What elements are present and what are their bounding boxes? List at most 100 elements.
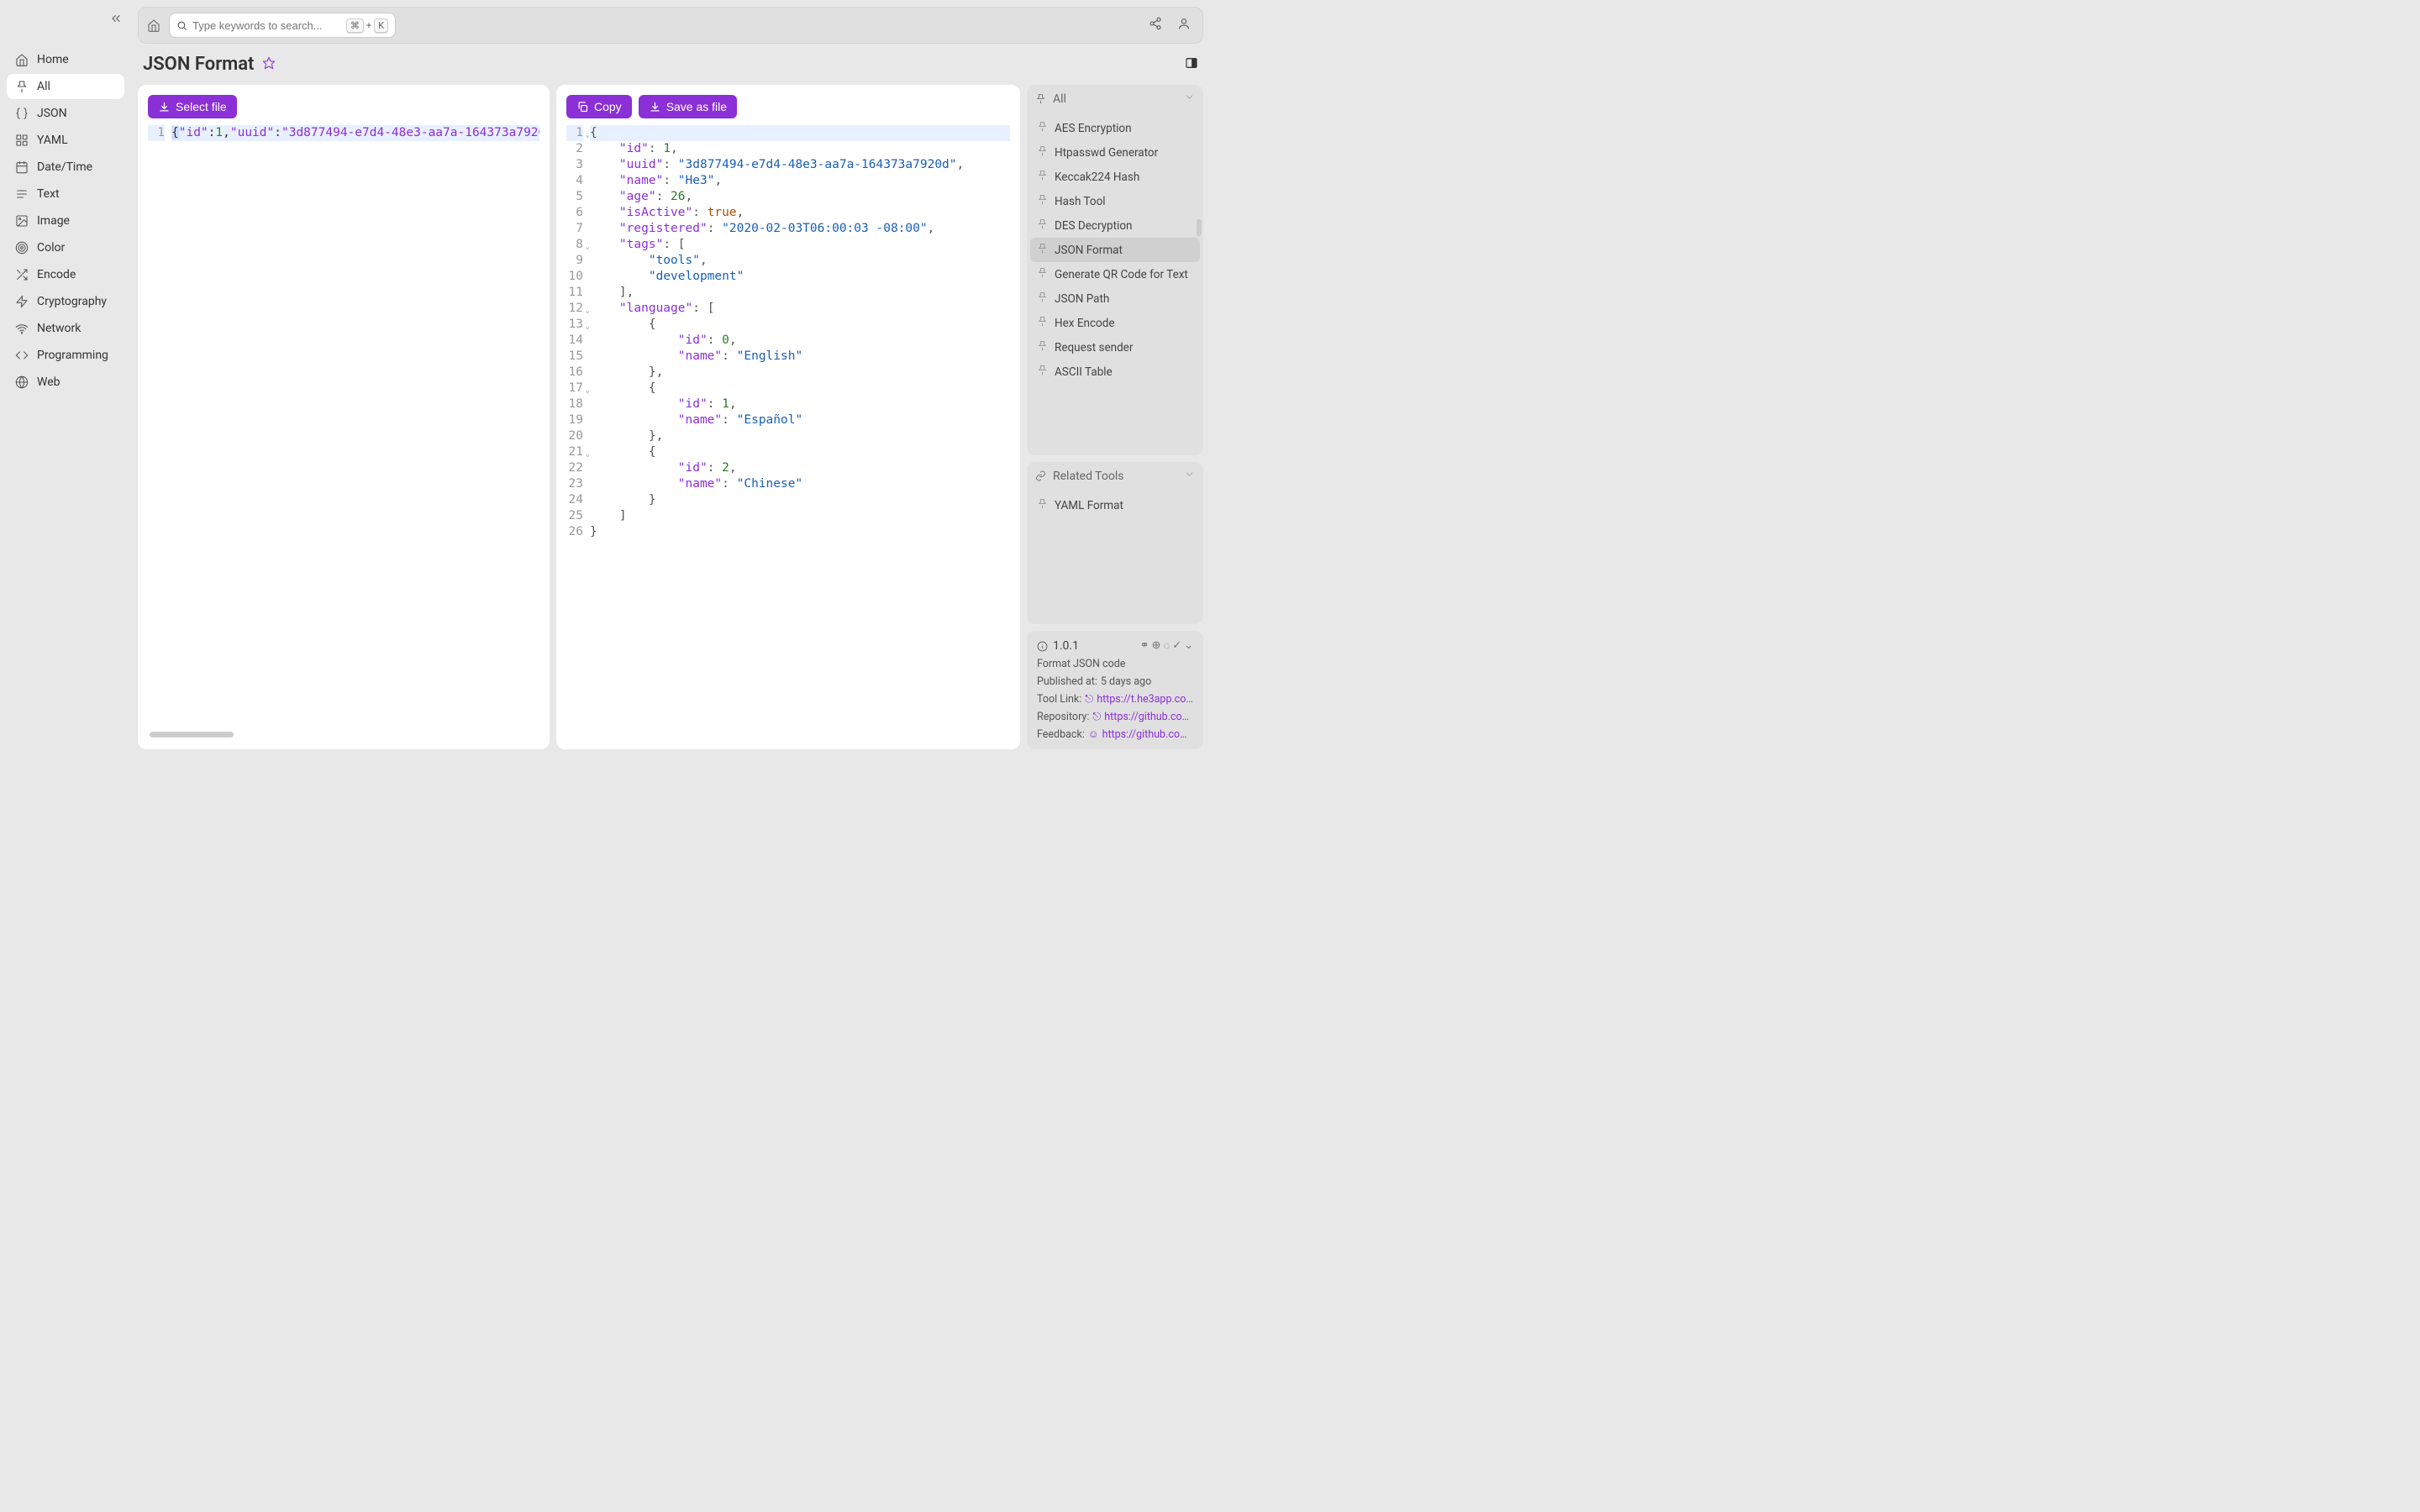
tool-link[interactable]: https://t.he3app.co… — [1097, 693, 1193, 706]
output-editor-panel: Copy Save as file 1234567891011121314151… — [556, 85, 1020, 749]
info-icons: ⚭ ⊕ ◌ ✓ ⌄ — [1140, 639, 1193, 653]
repo-link[interactable]: https://github.com… — [1104, 711, 1193, 723]
sidebar-item-label: Text — [37, 187, 60, 201]
check-icon[interactable]: ✓ — [1172, 639, 1181, 653]
tool-item-request-sender[interactable]: Request sender — [1030, 335, 1200, 360]
sidebar-item-cryptography[interactable]: Cryptography — [7, 289, 124, 314]
sidebar-item-label: JSON — [37, 107, 67, 120]
search-input[interactable] — [192, 19, 341, 32]
topbar: ⌘ + K — [138, 7, 1203, 44]
sidebar-item-label: Programming — [37, 349, 108, 362]
tool-item-label: Request sender — [1055, 341, 1133, 354]
code-icon — [15, 349, 29, 362]
user-icon[interactable] — [1174, 13, 1194, 37]
globe-icon[interactable]: ⊕ — [1152, 639, 1161, 653]
feedback-link[interactable]: https://github.com/… — [1102, 728, 1193, 741]
pin-icon — [1037, 121, 1048, 135]
wifi-icon — [15, 322, 29, 335]
target-icon — [15, 241, 29, 255]
info-description: Format JSON code — [1037, 658, 1193, 670]
tool-item-htpasswd-generator[interactable]: Htpasswd Generator — [1030, 140, 1200, 165]
link-icon — [1035, 470, 1046, 481]
tool-item-label: JSON Format — [1055, 244, 1123, 257]
copy-button[interactable]: Copy — [566, 95, 632, 118]
sidebar-item-encode[interactable]: Encode — [7, 262, 124, 287]
tool-item-aes-encryption[interactable]: AES Encryption — [1030, 116, 1200, 140]
pin-icon — [1037, 267, 1048, 281]
sidebar-item-date-time[interactable]: Date/Time — [7, 155, 124, 180]
collapse-sidebar-icon[interactable] — [109, 12, 123, 29]
tool-item-label: AES Encryption — [1055, 122, 1132, 135]
sidebar-item-programming[interactable]: Programming — [7, 343, 124, 368]
home-button[interactable] — [147, 18, 160, 32]
sidebar-item-label: Web — [37, 375, 60, 389]
horizontal-scrollbar[interactable] — [150, 732, 234, 738]
tool-item-hash-tool[interactable]: Hash Tool — [1030, 189, 1200, 213]
input-code-editor[interactable]: 1 {"id":1,"uuid":"3d877494-e7d4-48e3-aa7… — [148, 125, 539, 739]
info-published: Published at: 5 days ago — [1037, 675, 1193, 688]
pin-icon — [1037, 365, 1048, 379]
plug-icon[interactable]: ⚭ — [1140, 639, 1150, 653]
braces-icon — [15, 107, 29, 120]
pin-icon — [1037, 316, 1048, 330]
related-tools-panel: Related Tools YAML Format — [1027, 462, 1203, 624]
tool-item-ascii-table[interactable]: ASCII Table — [1030, 360, 1200, 384]
pin-icon — [1037, 170, 1048, 184]
tool-item-label: Hash Tool — [1055, 195, 1106, 208]
share-icon[interactable] — [1145, 13, 1165, 37]
tools-panel-header[interactable]: All — [1027, 85, 1203, 113]
favorite-star-icon[interactable] — [262, 56, 276, 73]
output-code-editor[interactable]: 1234567891011121314151617181920212223242… — [566, 125, 1010, 739]
tool-item-generate-qr-code-for-text[interactable]: Generate QR Code for Text — [1030, 262, 1200, 286]
tool-item-json-path[interactable]: JSON Path — [1030, 286, 1200, 311]
sidebar-item-yaml[interactable]: YAML — [7, 128, 124, 153]
sidebar-item-web[interactable]: Web — [7, 370, 124, 395]
tool-item-label: Hex Encode — [1055, 317, 1115, 330]
tool-info-panel: 1.0.1 ⚭ ⊕ ◌ ✓ ⌄ Format JSON code Publish… — [1027, 631, 1203, 749]
chevron-down-icon — [1184, 469, 1195, 483]
pin-icon — [15, 80, 29, 93]
chevron-down-icon[interactable]: ⌄ — [1184, 639, 1193, 653]
pin-icon — [1037, 218, 1048, 233]
sidebar-item-image[interactable]: Image — [7, 208, 124, 234]
tool-item-hex-encode[interactable]: Hex Encode — [1030, 311, 1200, 335]
sidebar-item-color[interactable]: Color — [7, 235, 124, 260]
tool-item-des-decryption[interactable]: DES Decryption — [1030, 213, 1200, 238]
sidebar-item-label: Encode — [37, 268, 76, 281]
sidebar-item-home[interactable]: Home — [7, 47, 124, 72]
text-icon — [15, 187, 29, 201]
github-icon[interactable]: ◌ — [1163, 639, 1170, 653]
pin-icon — [1037, 243, 1048, 257]
save-as-file-button[interactable]: Save as file — [639, 95, 737, 118]
info-feedback: Feedback: ☺ https://github.com/… — [1037, 728, 1193, 741]
sidebar-item-label: YAML — [37, 134, 68, 147]
zap-icon — [15, 295, 29, 308]
pin-icon — [1037, 498, 1048, 512]
sidebar-item-json[interactable]: JSON — [7, 101, 124, 126]
search-input-wrap[interactable]: ⌘ + K — [169, 13, 396, 38]
tool-item-keccak224-hash[interactable]: Keccak224 Hash — [1030, 165, 1200, 189]
grid-icon — [15, 134, 29, 147]
tools-scrollbar[interactable] — [1197, 219, 1202, 236]
tool-item-label: Keccak224 Hash — [1055, 171, 1139, 184]
related-tools-header[interactable]: Related Tools — [1027, 462, 1203, 490]
pin-icon — [1037, 340, 1048, 354]
toggle-panel-icon[interactable] — [1185, 56, 1198, 73]
globe-icon — [15, 375, 29, 389]
sidebar: HomeAll JSON YAML Date/Time Text Image Color En… — [0, 0, 131, 756]
sidebar-item-text[interactable]: Text — [7, 181, 124, 207]
sidebar-item-label: Color — [37, 241, 65, 255]
chevron-down-icon — [1184, 92, 1195, 106]
pin-icon — [1035, 93, 1046, 104]
sidebar-item-label: Cryptography — [37, 295, 107, 308]
page-title: JSON Format — [143, 54, 254, 75]
sidebar-item-all[interactable]: All — [7, 74, 124, 99]
input-editor-panel: Select file 1 {"id":1,"uuid":"3d877494-e… — [138, 85, 550, 749]
tool-item-json-format[interactable]: JSON Format — [1030, 238, 1200, 262]
pin-icon — [1037, 145, 1048, 160]
select-file-button[interactable]: Select file — [148, 95, 237, 118]
tool-item-label: Generate QR Code for Text — [1055, 268, 1188, 281]
related-item-label: YAML Format — [1055, 499, 1123, 512]
related-item-yaml-format[interactable]: YAML Format — [1030, 493, 1200, 517]
sidebar-item-network[interactable]: Network — [7, 316, 124, 341]
